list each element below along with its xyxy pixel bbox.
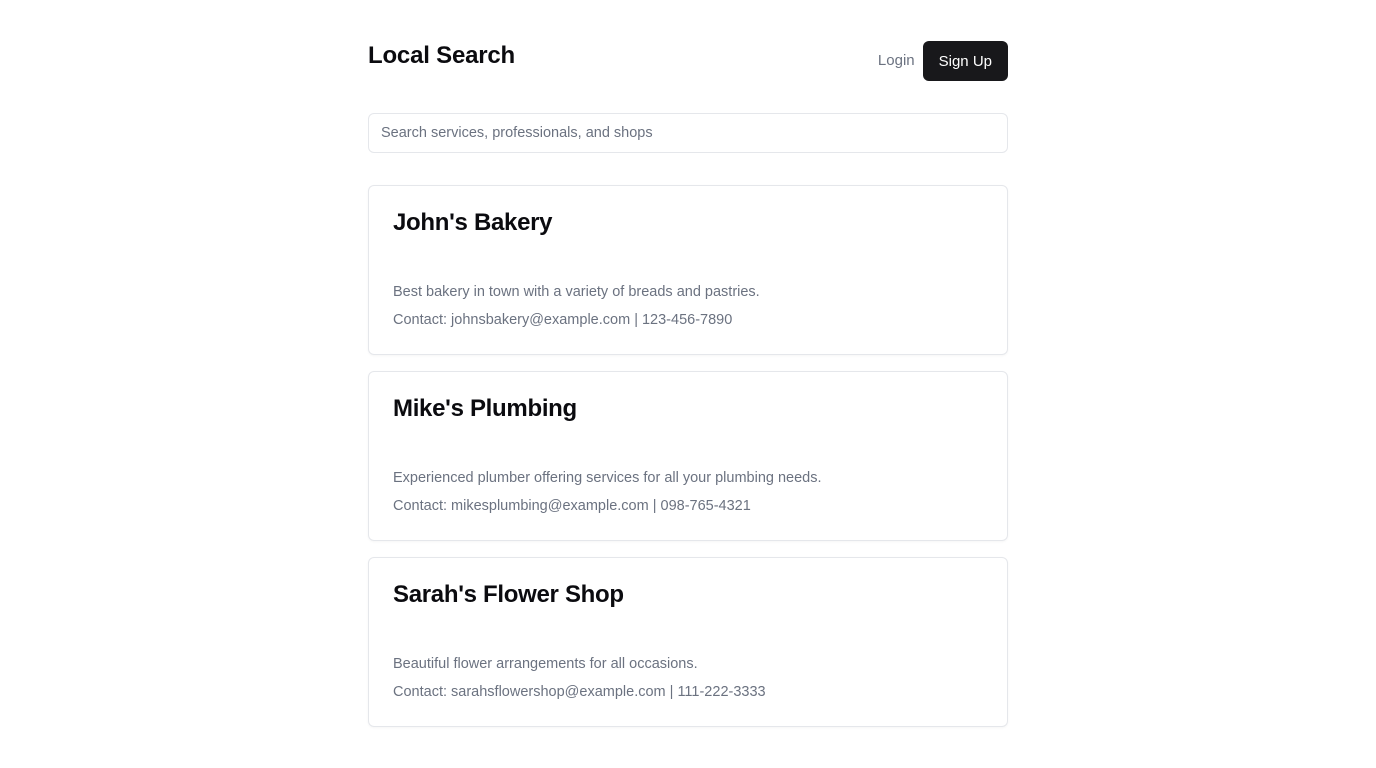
page: Local Search Login Sign Up John's Bakery… bbox=[368, 0, 1008, 727]
listing-description: Beautiful flower arrangements for all oc… bbox=[393, 656, 698, 672]
listing-name: John's Bakery bbox=[393, 209, 553, 236]
app-title: Local Search bbox=[368, 42, 516, 69]
search-bar bbox=[368, 113, 1008, 153]
listing-card[interactable]: John's Bakery Best bakery in town with a… bbox=[368, 185, 1008, 355]
search-input[interactable] bbox=[368, 113, 1008, 153]
results-list: John's Bakery Best bakery in town with a… bbox=[368, 185, 1008, 727]
header-nav: Login Sign Up bbox=[878, 41, 1008, 81]
login-link[interactable]: Login bbox=[878, 41, 915, 81]
listing-name: Sarah's Flower Shop bbox=[393, 581, 624, 608]
signup-button[interactable]: Sign Up bbox=[922, 41, 1008, 81]
listing-card[interactable]: Mike's Plumbing Experienced plumber offe… bbox=[368, 371, 1008, 541]
header: Local Search Login Sign Up bbox=[368, 0, 1008, 113]
listing-contact: Contact: sarahsflowershop@example.com | … bbox=[393, 684, 766, 700]
listing-contact: Contact: mikesplumbing@example.com | 098… bbox=[393, 498, 751, 514]
listing-contact: Contact: johnsbakery@example.com | 123-4… bbox=[393, 312, 733, 328]
listing-card[interactable]: Sarah's Flower Shop Beautiful flower arr… bbox=[368, 557, 1008, 727]
listing-description: Best bakery in town with a variety of br… bbox=[393, 284, 760, 300]
listing-name: Mike's Plumbing bbox=[393, 395, 577, 422]
listing-description: Experienced plumber offering services fo… bbox=[393, 470, 822, 486]
